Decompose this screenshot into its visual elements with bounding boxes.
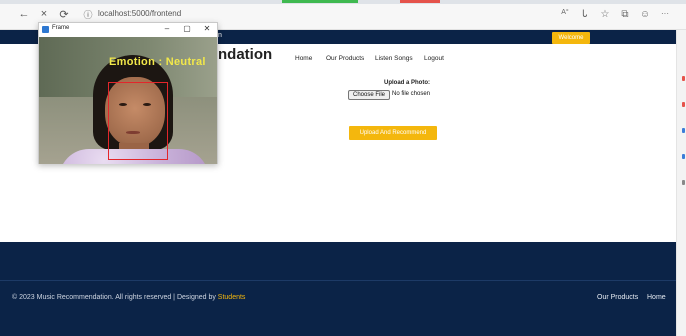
webcam-frame-window[interactable]: Frame – ▢ ✕ Emotion : Neutral bbox=[38, 22, 218, 164]
footer-divider bbox=[0, 280, 676, 281]
upload-label: Upload a Photo: bbox=[384, 80, 430, 86]
emotion-label: Emotion : Neutral bbox=[109, 56, 206, 68]
side-panel-strip bbox=[676, 30, 686, 336]
more-icon[interactable]: ··· bbox=[658, 9, 672, 18]
footer-our-products-link[interactable]: Our Products bbox=[597, 294, 638, 301]
app-icon bbox=[42, 26, 49, 33]
copyright-label: © 2023 Music Recommendation. All rights … bbox=[12, 294, 218, 301]
minimize-icon[interactable]: – bbox=[161, 24, 173, 33]
side-dot-icon bbox=[682, 102, 685, 107]
webcam-feed: Emotion : Neutral bbox=[39, 37, 217, 164]
font-icon[interactable]: Ꮣ bbox=[578, 9, 592, 20]
window-title-bar[interactable]: Frame – ▢ ✕ bbox=[39, 23, 217, 37]
nav-listen-songs[interactable]: Listen Songs bbox=[375, 55, 413, 62]
side-dot-icon bbox=[682, 76, 685, 81]
stop-icon[interactable]: × bbox=[36, 8, 52, 20]
side-dot-icon bbox=[682, 128, 685, 133]
site-footer bbox=[0, 242, 676, 336]
side-dot-icon bbox=[682, 154, 685, 159]
file-status-text: No file chosen bbox=[392, 91, 431, 97]
side-dot-icon bbox=[682, 180, 685, 185]
nav-home[interactable]: Home bbox=[295, 55, 312, 62]
back-icon[interactable]: ← bbox=[16, 8, 32, 20]
read-aloud-icon[interactable]: A° bbox=[558, 9, 572, 16]
address-bar[interactable]: localhost:5000/frontend bbox=[98, 9, 181, 18]
brand-title: ndation bbox=[218, 46, 273, 63]
refresh-icon[interactable]: ⟳ bbox=[56, 8, 72, 21]
site-info-icon[interactable]: ⓘ bbox=[80, 8, 96, 21]
close-icon[interactable]: ✕ bbox=[201, 24, 213, 33]
nav-logout[interactable]: Logout bbox=[424, 55, 444, 62]
screen: ← × ⟳ ⓘ localhost:5000/frontend A° Ꮣ ☆ ⧉… bbox=[0, 0, 686, 336]
header-partial-text: n bbox=[218, 32, 222, 39]
collections-icon[interactable]: ⧉ bbox=[618, 9, 632, 20]
favorite-icon[interactable]: ☆ bbox=[598, 9, 612, 20]
tab-indicator-green bbox=[282, 0, 358, 3]
copyright-text: © 2023 Music Recommendation. All rights … bbox=[12, 294, 245, 301]
nav-our-products[interactable]: Our Products bbox=[326, 55, 364, 62]
upload-and-recommend-button[interactable]: Upload And Recommend bbox=[349, 126, 437, 140]
window-title: Frame bbox=[52, 25, 70, 31]
profile-icon[interactable]: ☺ bbox=[638, 9, 652, 20]
welcome-badge[interactable]: Welcome bbox=[552, 32, 590, 44]
face-bounding-box bbox=[108, 82, 168, 160]
maximize-icon[interactable]: ▢ bbox=[181, 24, 193, 33]
choose-file-button[interactable]: Choose File bbox=[348, 90, 390, 100]
designer-link[interactable]: Students bbox=[218, 294, 246, 301]
tab-indicator-red bbox=[400, 0, 440, 3]
footer-home-link[interactable]: Home bbox=[647, 294, 666, 301]
